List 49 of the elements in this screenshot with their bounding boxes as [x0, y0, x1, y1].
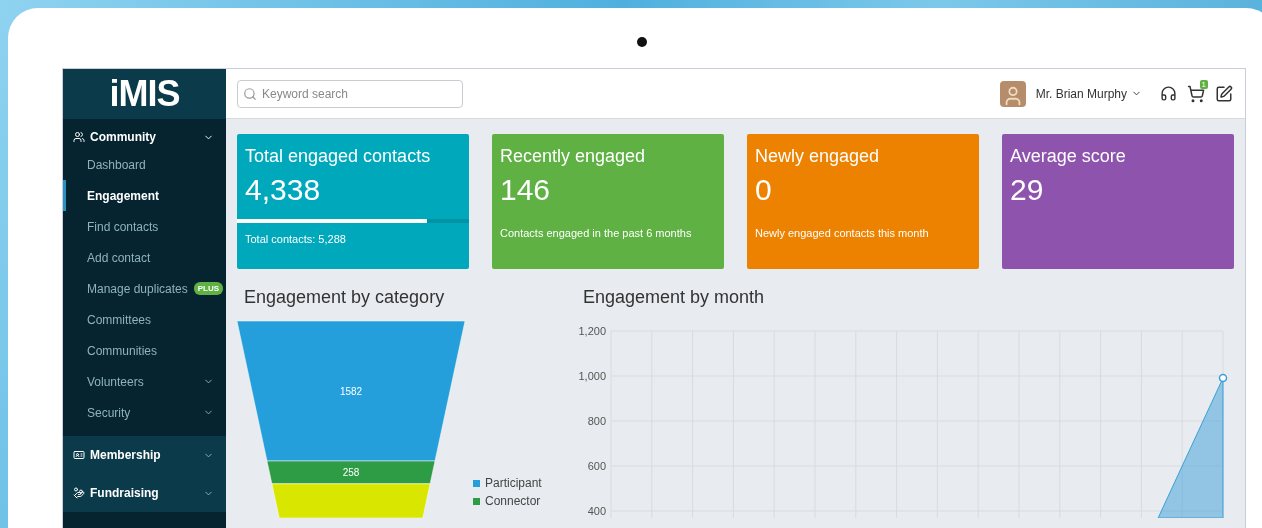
y-tick-label: 1,000	[578, 370, 606, 382]
nav-item[interactable]: Manage duplicates PLUS	[63, 273, 226, 304]
card-footer: Contacts engaged in the past 6 months	[492, 207, 724, 239]
nav-section-header[interactable]: Fundraising	[63, 481, 226, 505]
nav-item[interactable]: Add contact	[63, 242, 226, 273]
logo: iMIS	[63, 69, 226, 119]
card-value: 4,338	[244, 172, 322, 207]
panel-title: Engagement by category	[243, 287, 446, 308]
y-tick-label: 400	[587, 505, 606, 517]
nav-item[interactable]: Volunteers	[63, 366, 226, 397]
nav-item[interactable]: Dashboard	[63, 149, 226, 180]
segment-value: 1582	[339, 386, 363, 397]
card-value: 29	[1009, 172, 1045, 207]
user-avatar[interactable]	[999, 80, 1026, 107]
card-title: Recently engaged	[499, 146, 647, 167]
id-card-icon	[73, 449, 85, 461]
cart-count: 1	[1199, 79, 1208, 89]
legend-swatch	[473, 497, 480, 505]
nav-item[interactable]: Find contacts	[63, 211, 226, 242]
edit-icon[interactable]	[1215, 84, 1233, 103]
y-tick-label: 600	[587, 460, 606, 472]
segment-value: 258	[342, 467, 360, 479]
card-title: Total engaged contacts	[244, 146, 432, 167]
users-icon	[73, 131, 85, 143]
legend-item: Connector	[473, 494, 542, 508]
nav-section-header[interactable]: Membership	[63, 443, 226, 467]
card-value: 0	[754, 172, 773, 207]
card-footer: Newly engaged contacts this month	[747, 207, 979, 239]
camera-dot	[637, 37, 647, 47]
legend-item: Participant	[473, 476, 542, 490]
nav-item[interactable]: Committees	[63, 304, 226, 335]
card-title: Newly engaged	[754, 146, 881, 167]
legend-swatch	[473, 479, 480, 487]
y-tick-label: 1,200	[578, 325, 606, 337]
plus-badge: PLUS	[193, 282, 224, 295]
nav-section-header[interactable]: Community	[63, 125, 226, 149]
search-field[interactable]: Keyword search	[237, 79, 463, 108]
card-value: 146	[499, 172, 552, 207]
card-footer: Total contacts: 5,288	[237, 223, 469, 245]
y-tick-label: 800	[587, 415, 606, 427]
nav-item[interactable]: Engagement	[63, 180, 226, 211]
hand-coins-icon	[73, 487, 85, 499]
panel-title: Engagement by month	[582, 287, 766, 308]
user-menu[interactable]: Mr. Brian Murphy	[1035, 86, 1127, 101]
nav-item[interactable]: Communities	[63, 335, 226, 366]
card-title: Average score	[1009, 146, 1127, 167]
nav-item[interactable]: Security	[63, 397, 226, 428]
headset-icon[interactable]	[1160, 85, 1177, 102]
search-icon	[243, 86, 257, 101]
